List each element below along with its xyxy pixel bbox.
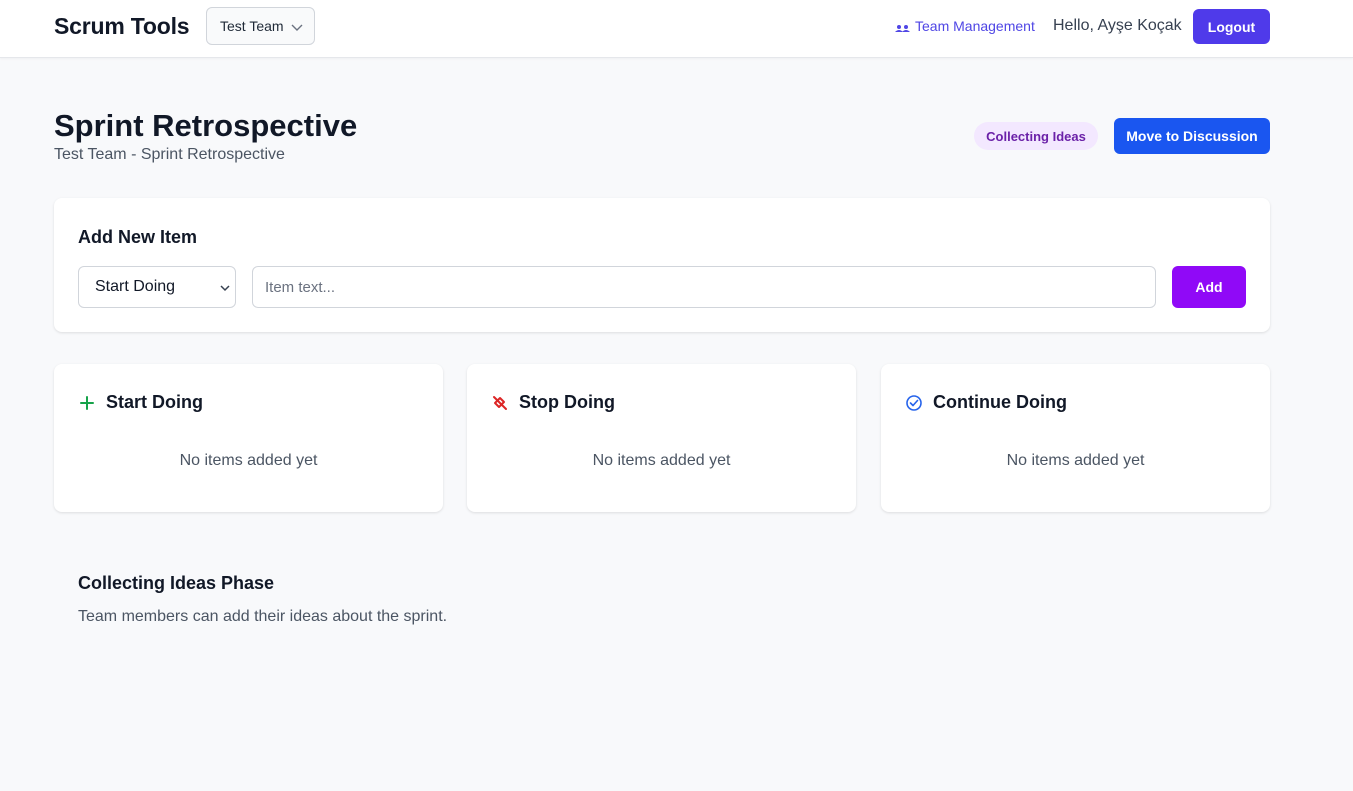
column-empty-message: No items added yet xyxy=(592,452,731,469)
app-brand[interactable]: Scrum Tools xyxy=(54,13,190,40)
column-stop-doing: Stop Doing No items added yet xyxy=(467,364,856,512)
column-title: Continue Doing xyxy=(933,392,1067,412)
plus-icon xyxy=(80,395,94,410)
add-item-title: Add New Item xyxy=(78,227,198,247)
column-continue-doing: Continue Doing No items added yet xyxy=(881,364,1270,512)
chevron-down-icon xyxy=(220,285,230,292)
add-item-button[interactable]: Add xyxy=(1172,266,1246,308)
column-header: Stop Doing xyxy=(491,392,615,413)
logout-button[interactable]: Logout xyxy=(1193,9,1270,44)
category-select-value: Start Doing xyxy=(95,278,176,295)
team-management-label: Team Management xyxy=(915,18,1035,34)
page-subtitle: Test Team - Sprint Retrospective xyxy=(54,146,285,163)
item-text-input[interactable] xyxy=(252,266,1156,308)
column-title: Start Doing xyxy=(106,392,203,412)
phase-status-badge: Collecting Ideas xyxy=(974,122,1098,150)
check-circle-icon xyxy=(906,394,922,411)
column-empty-message: No items added yet xyxy=(1006,452,1145,469)
add-item-card: Add New Item Start Doing Add xyxy=(54,198,1270,332)
move-to-discussion-button[interactable]: Move to Discussion xyxy=(1114,118,1270,154)
chevron-down-icon xyxy=(291,24,303,31)
column-header: Continue Doing xyxy=(905,392,1067,413)
stop-icon xyxy=(493,395,507,410)
page-title: Sprint Retrospective xyxy=(54,108,358,143)
team-management-link[interactable]: Team Management xyxy=(894,18,1035,34)
phase-info-title: Collecting Ideas Phase xyxy=(78,573,275,593)
column-title: Stop Doing xyxy=(519,392,615,412)
category-select[interactable]: Start Doing xyxy=(78,266,236,308)
column-start-doing: Start Doing No items added yet xyxy=(54,364,443,512)
column-empty-message: No items added yet xyxy=(179,452,318,469)
team-selector[interactable]: Test Team xyxy=(206,7,315,45)
phase-info-description: Team members can add their ideas about t… xyxy=(78,608,448,625)
column-header: Start Doing xyxy=(78,392,203,413)
top-navbar: Scrum Tools Test Team Team Management He… xyxy=(0,0,1353,58)
user-greeting: Hello, Ayşe Koçak xyxy=(1053,17,1182,34)
team-selector-value: Test Team xyxy=(220,18,284,34)
users-icon xyxy=(895,25,910,32)
